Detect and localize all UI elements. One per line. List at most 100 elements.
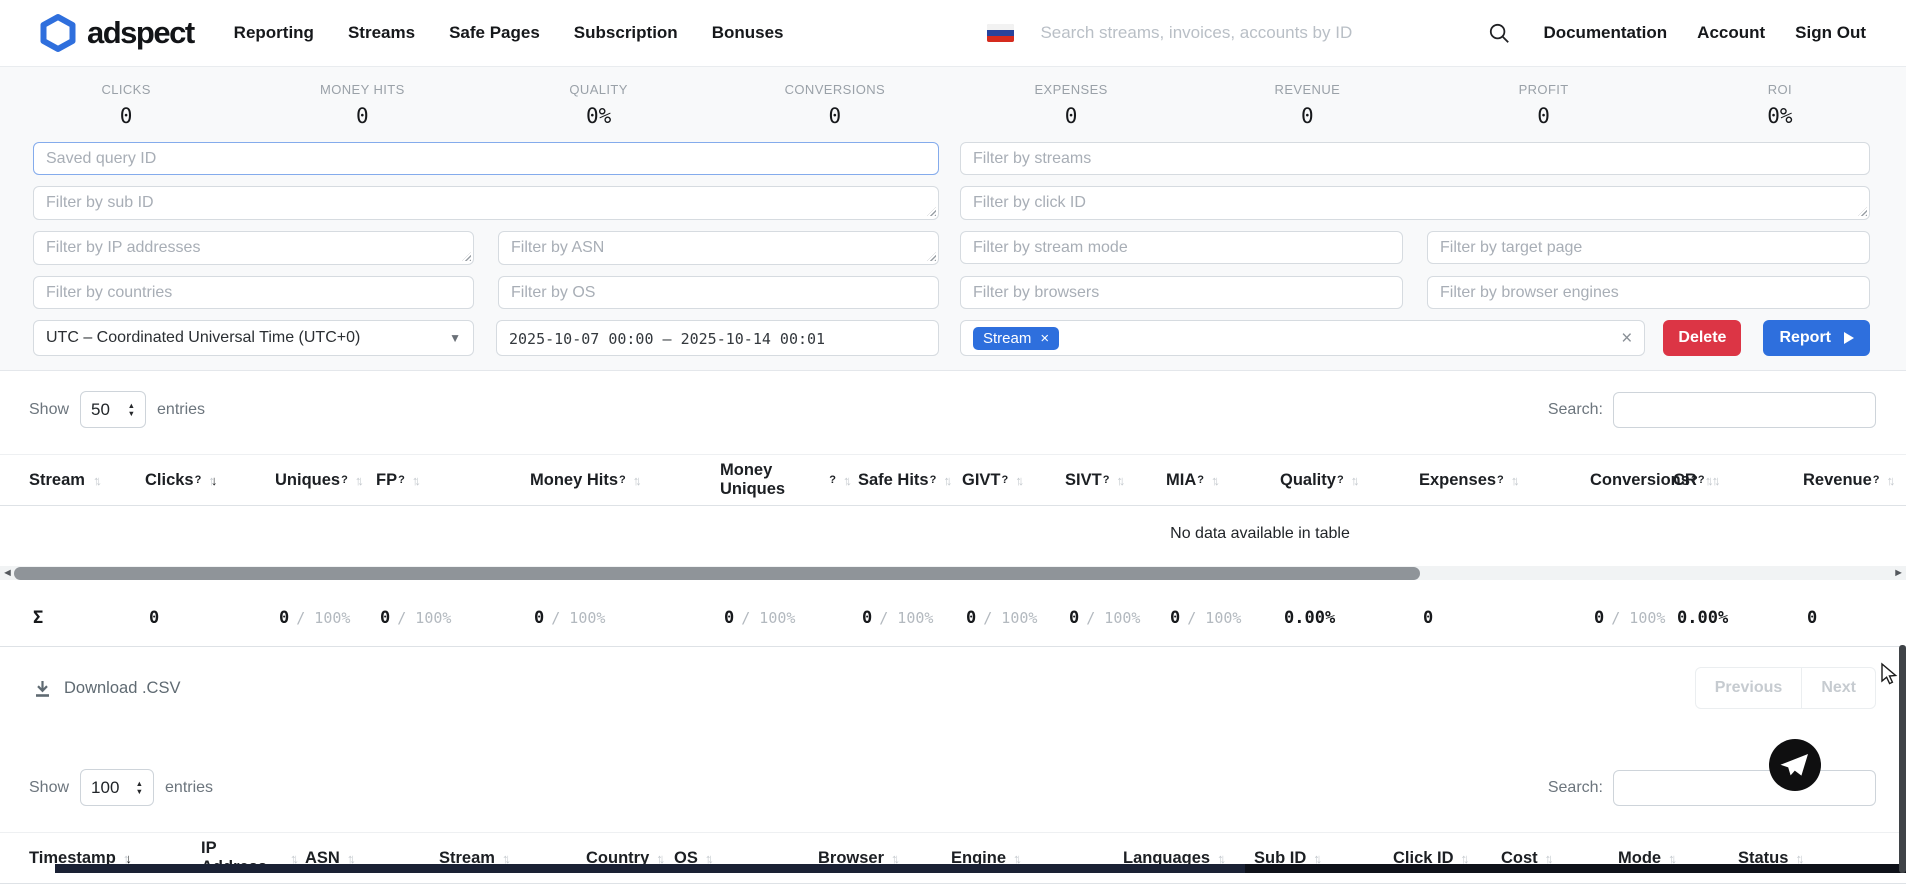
stat-card: EXPENSES 0 [953, 82, 1189, 128]
sort-icon[interactable]: ↑↓ [843, 473, 852, 488]
filter-target-page-input[interactable] [1427, 231, 1870, 264]
adspect-logo[interactable]: adspect [40, 13, 194, 53]
column-header[interactable]: CR? ↑↓ [1673, 471, 1803, 490]
timezone-select[interactable]: UTC – Coordinated Universal Time (UTC+0)… [33, 320, 474, 356]
report-button[interactable]: Report [1763, 320, 1870, 356]
column-header[interactable]: GIVT? ↑↓ [962, 471, 1065, 490]
sort-icon[interactable]: ↑↓ [93, 473, 102, 488]
search-icon[interactable] [1488, 22, 1511, 45]
column-header[interactable]: Uniques? ↑↓ [275, 471, 376, 490]
total-suffix: / 100% [879, 609, 933, 627]
sort-icon[interactable]: ↑↓ [412, 473, 421, 488]
filter-clickid-textarea[interactable] [960, 186, 1870, 220]
delete-button[interactable]: Delete [1663, 320, 1741, 356]
nav-link[interactable]: Reporting [234, 23, 314, 43]
column-header[interactable]: Money Hits? ↑↓ [530, 471, 720, 490]
column-header[interactable]: Stream ↑↓ [29, 471, 145, 490]
clicks-table-search-input[interactable] [1613, 770, 1876, 806]
scrollbar-thumb[interactable] [14, 567, 1420, 580]
column-header[interactable]: Clicks? ↑↓ [145, 471, 275, 490]
column-header[interactable]: Conversions? ↑↓ [1590, 471, 1673, 490]
nav-link[interactable]: Account [1697, 23, 1765, 43]
filter-stream-mode-input[interactable] [960, 231, 1403, 264]
nav-link[interactable]: Safe Pages [449, 23, 540, 43]
clear-tags-icon[interactable]: × [1621, 329, 1632, 348]
download-csv-button[interactable]: Download .CSV [33, 679, 180, 698]
nav-link[interactable]: Sign Out [1795, 23, 1866, 43]
filter-os-input[interactable] [498, 276, 939, 309]
stream-tag-chip[interactable]: Stream × [973, 327, 1059, 350]
column-header[interactable]: Safe Hits? ↑↓ [858, 471, 962, 490]
page-size-select[interactable]: 100 ▲▼ [80, 769, 154, 806]
total-value: 0 [380, 608, 390, 628]
filter-browser-engines-input[interactable] [1427, 276, 1870, 309]
next-page-button[interactable]: Next [1801, 667, 1876, 709]
vertical-scrollbar-thumb[interactable] [1899, 645, 1906, 873]
column-header[interactable]: MIA? ↑↓ [1166, 471, 1280, 490]
remove-tag-icon[interactable]: × [1040, 331, 1049, 346]
column-label: Money Uniques [720, 461, 828, 499]
total-cell: 0 [1419, 608, 1590, 628]
sort-icon[interactable]: ↑↓ [208, 473, 217, 488]
nav-link[interactable]: Documentation [1543, 23, 1667, 43]
entries-label: entries [165, 779, 213, 797]
saved-query-input[interactable] [33, 142, 939, 175]
spinner-icon: ▲▼ [128, 402, 135, 418]
nav-link[interactable]: Streams [348, 23, 415, 43]
sort-icon[interactable]: ↑↓ [1712, 473, 1721, 488]
column-header[interactable]: FP? ↑↓ [376, 471, 530, 490]
global-search-input[interactable] [1038, 22, 1478, 44]
total-cell: 0/ 100% [1166, 608, 1280, 628]
sort-icon[interactable]: ↑↓ [355, 473, 364, 488]
column-header[interactable]: Revenue? ↑↓ [1803, 471, 1902, 490]
total-suffix: / 100% [1611, 609, 1665, 627]
total-cell: 0/ 100% [858, 608, 962, 628]
total-cell: 0/ 100% [275, 608, 376, 628]
filter-subid-textarea[interactable] [33, 186, 939, 220]
sort-icon[interactable]: ↑↓ [1116, 473, 1125, 488]
horizontal-scrollbar[interactable]: ◄ ► [0, 563, 1906, 583]
sort-icon[interactable]: ↑↓ [943, 473, 952, 488]
help-superscript: ? [829, 474, 836, 486]
column-header[interactable]: Quality? ↑↓ [1280, 471, 1419, 490]
date-range-input[interactable] [496, 320, 939, 356]
filter-streams-input[interactable] [960, 142, 1870, 175]
filter-asn-textarea[interactable] [498, 231, 939, 265]
page-size-select[interactable]: 50 ▲▼ [80, 391, 146, 428]
telegram-widget-button[interactable] [1769, 739, 1821, 791]
help-superscript: ? [398, 474, 405, 486]
column-label: Stream [29, 471, 85, 490]
stat-value: 0 [717, 104, 953, 128]
total-cell: 0.00% [1673, 608, 1803, 628]
filter-ip-textarea[interactable] [33, 231, 474, 265]
filter-countries-input[interactable] [33, 276, 474, 309]
nav-link[interactable]: Bonuses [712, 23, 784, 43]
report-table-search-input[interactable] [1613, 392, 1876, 428]
total-cell: 0/ 100% [1065, 608, 1166, 628]
total-cell: 0 [1803, 608, 1824, 628]
stat-label: MONEY HITS [244, 82, 480, 97]
stat-label: ROI [1662, 82, 1898, 97]
column-label: Safe Hits [858, 471, 929, 490]
sort-icon[interactable]: ↑↓ [1351, 473, 1360, 488]
column-header[interactable]: SIVT? ↑↓ [1065, 471, 1166, 490]
help-superscript: ? [930, 474, 937, 486]
sort-icon[interactable]: ↑↓ [1015, 473, 1024, 488]
sort-icon[interactable]: ↑↓ [1211, 473, 1220, 488]
column-label: Uniques [275, 471, 340, 490]
nav-link[interactable]: Subscription [574, 23, 678, 43]
sort-icon[interactable]: ↑↓ [1511, 473, 1520, 488]
column-header[interactable]: Money Uniques? ↑↓ [720, 461, 858, 499]
previous-page-button[interactable]: Previous [1695, 667, 1803, 709]
sort-icon[interactable]: ↑↓ [633, 473, 642, 488]
language-flag-icon[interactable] [987, 24, 1014, 42]
group-by-tags-input[interactable]: Stream × × [960, 320, 1645, 356]
column-header[interactable]: Expenses? ↑↓ [1419, 471, 1590, 490]
scroll-left-icon[interactable]: ◄ [2, 565, 13, 581]
total-value: 0.00% [1284, 608, 1335, 628]
sort-icon[interactable]: ↑↓ [1887, 473, 1896, 488]
filter-browsers-input[interactable] [960, 276, 1403, 309]
download-icon [33, 679, 52, 698]
stat-card: MONEY HITS 0 [244, 82, 480, 128]
scroll-right-icon[interactable]: ► [1893, 565, 1904, 581]
